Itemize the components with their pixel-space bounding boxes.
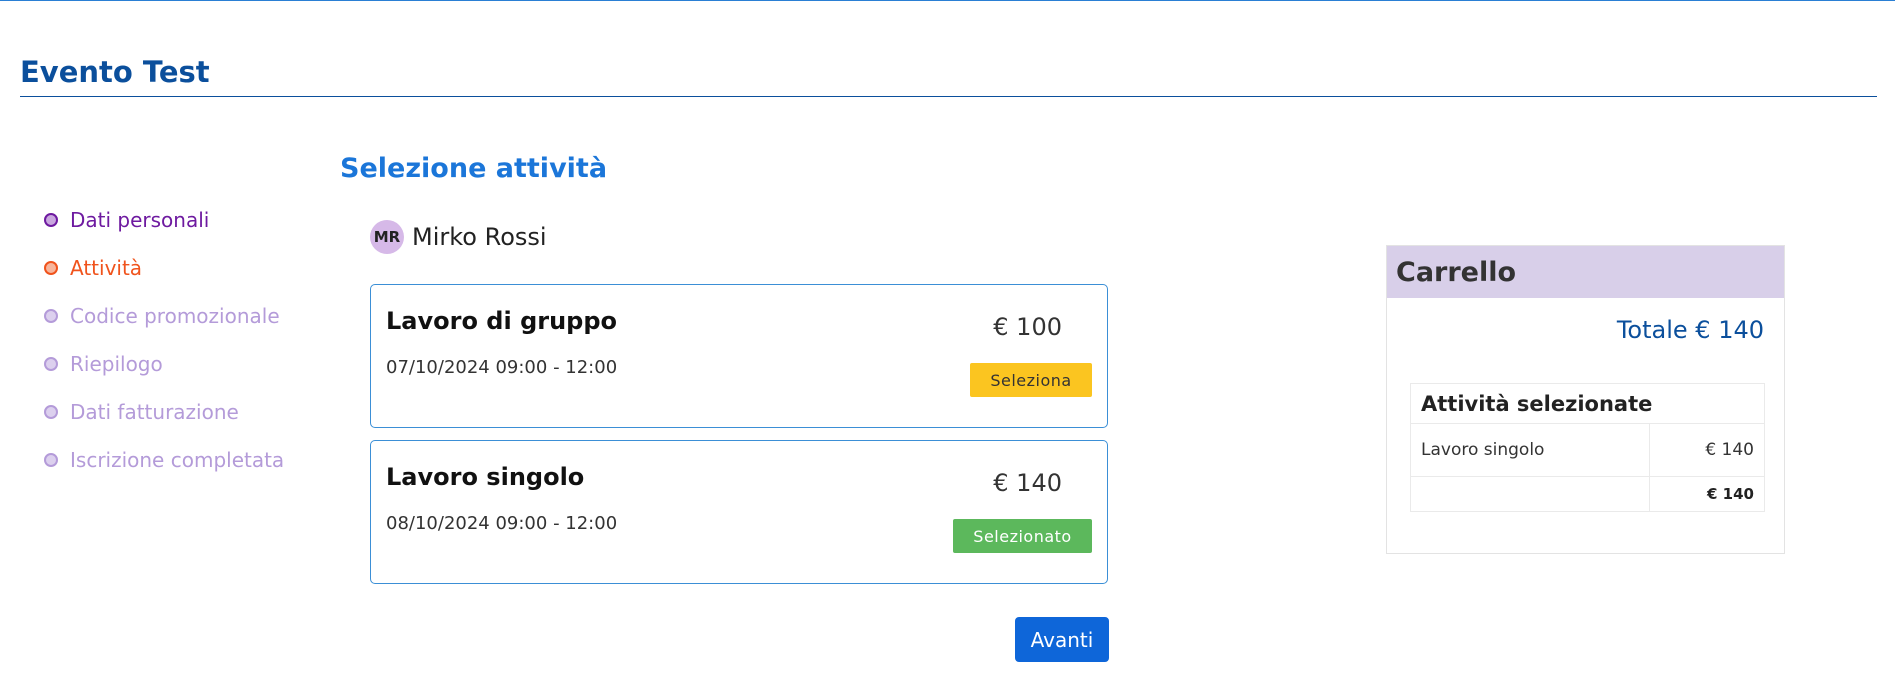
- step-dot-icon: [44, 405, 58, 419]
- next-button[interactable]: Avanti: [1015, 617, 1109, 662]
- cart-sum-row: € 140: [1410, 476, 1766, 512]
- step-label: Dati fatturazione: [70, 400, 239, 424]
- step-label: Attività: [70, 256, 143, 280]
- step-codice-promozionale: Codice promozionale: [44, 301, 284, 331]
- participant-name: Mirko Rossi: [412, 223, 547, 251]
- cart-item-amount: € 140: [1648, 423, 1766, 477]
- step-dati-personali[interactable]: Dati personali: [44, 205, 284, 235]
- select-button[interactable]: Seleziona: [970, 363, 1092, 397]
- cart-table: Attività selezionate Lavoro singolo € 14…: [1410, 383, 1766, 512]
- step-iscrizione-completata: Iscrizione completata: [44, 445, 284, 475]
- activity-price: € 140: [993, 469, 1062, 497]
- step-riepilogo: Riepilogo: [44, 349, 284, 379]
- step-dati-fatturazione: Dati fatturazione: [44, 397, 284, 427]
- cart-panel: Carrello Totale € 140 Attività seleziona…: [1386, 245, 1785, 554]
- cart-sum: € 140: [1648, 476, 1766, 512]
- activity-date: 08/10/2024 09:00 - 12:00: [386, 513, 618, 534]
- cart-item-name: Lavoro singolo: [1410, 423, 1650, 477]
- activity-card-lavoro-di-gruppo: Lavoro di gruppo 07/10/2024 09:00 - 12:0…: [370, 284, 1108, 428]
- cart-sum-spacer: [1410, 476, 1650, 512]
- step-label: Riepilogo: [70, 352, 163, 376]
- activity-date: 07/10/2024 09:00 - 12:00: [386, 357, 618, 378]
- step-dot-icon: [44, 213, 58, 227]
- cart-header: Carrello: [1387, 246, 1784, 298]
- step-label: Dati personali: [70, 208, 210, 232]
- event-header: Evento Test: [20, 52, 1877, 97]
- cart-table-header: Attività selezionate: [1410, 383, 1765, 424]
- cart-row: Lavoro singolo € 140: [1410, 423, 1766, 477]
- activity-price: € 100: [993, 313, 1062, 341]
- step-dot-icon: [44, 309, 58, 323]
- step-label: Iscrizione completata: [70, 448, 285, 472]
- step-dot-icon: [44, 261, 58, 275]
- registration-steps: Dati personali Attività Codice promozion…: [44, 205, 284, 493]
- activity-card-lavoro-singolo: Lavoro singolo 08/10/2024 09:00 - 12:00 …: [370, 440, 1108, 584]
- activity-name: Lavoro singolo: [386, 463, 585, 491]
- step-dot-icon: [44, 453, 58, 467]
- step-label: Codice promozionale: [70, 304, 280, 328]
- event-title: Evento Test: [20, 55, 210, 89]
- avatar: MR: [370, 220, 404, 254]
- step-attivita[interactable]: Attività: [44, 253, 284, 283]
- section-title: Selezione attività: [340, 153, 608, 184]
- activity-name: Lavoro di gruppo: [386, 307, 618, 335]
- top-border: [0, 0, 1895, 1]
- selected-button[interactable]: Selezionato: [953, 519, 1092, 553]
- step-dot-icon: [44, 357, 58, 371]
- cart-total: Totale € 140: [1616, 316, 1764, 344]
- participant: MR Mirko Rossi: [370, 220, 547, 254]
- cart-title: Carrello: [1396, 256, 1517, 288]
